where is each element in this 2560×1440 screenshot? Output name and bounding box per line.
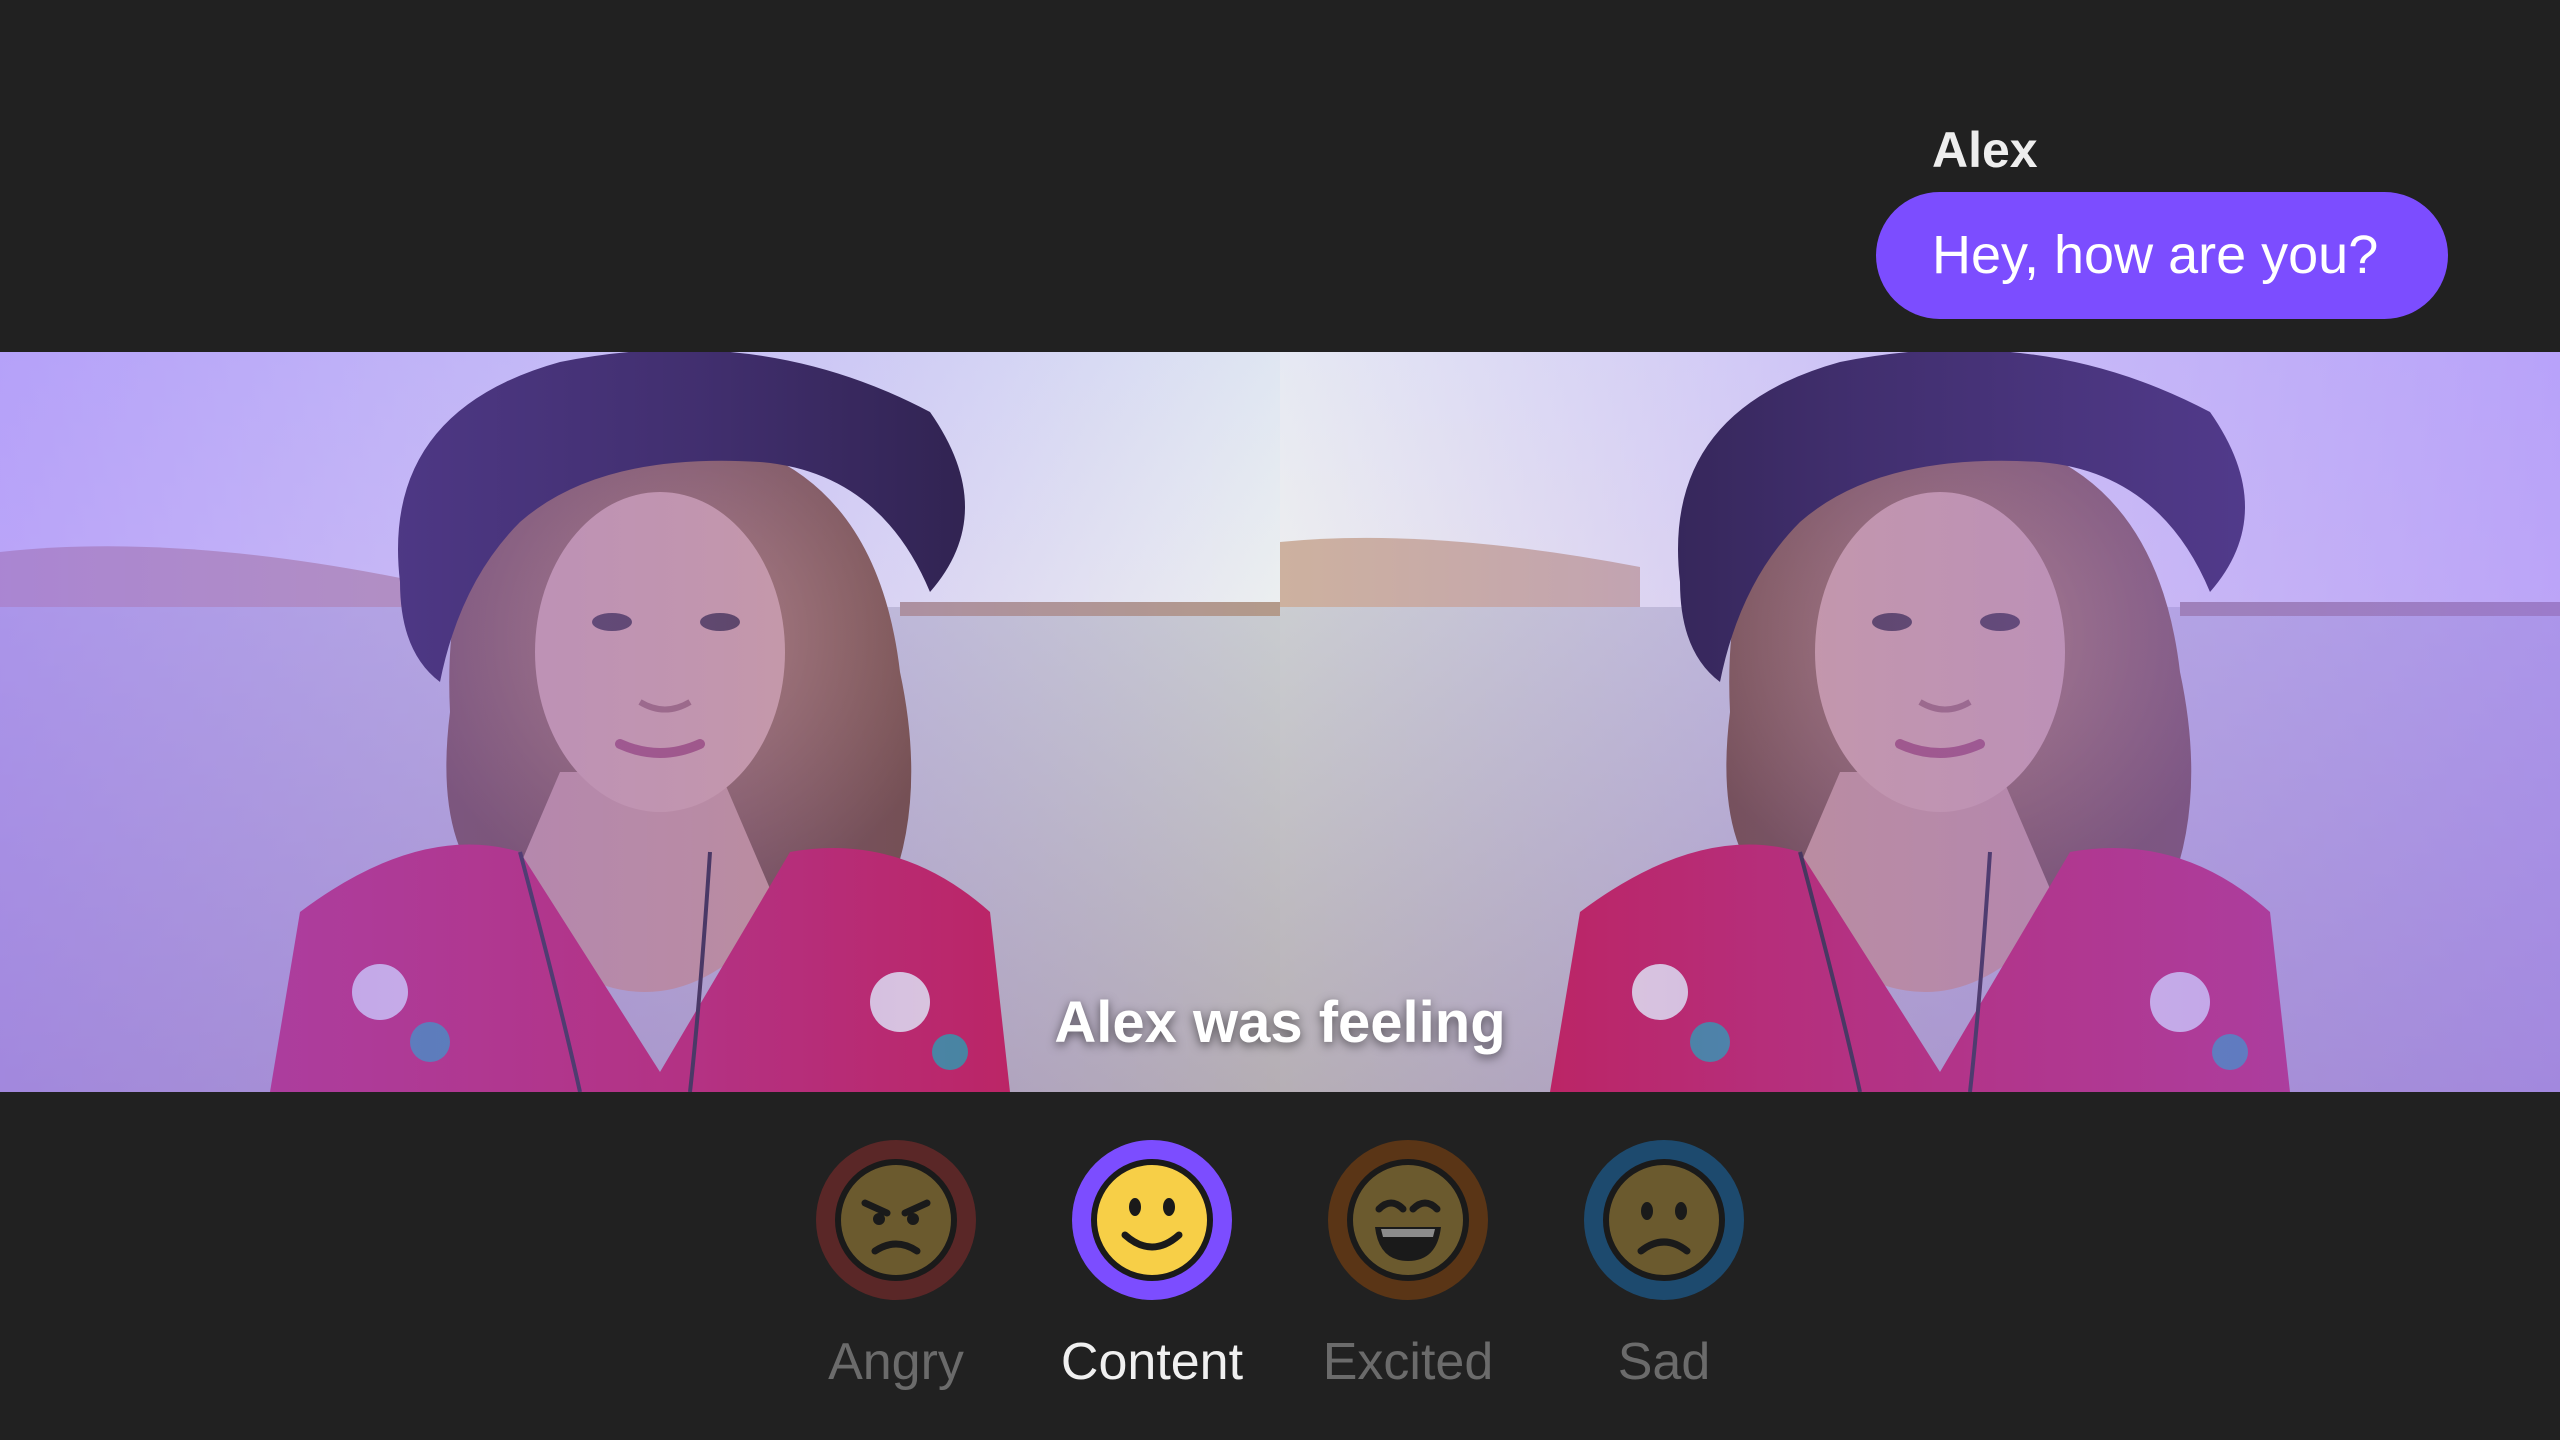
smiling-face-icon [1091, 1159, 1213, 1281]
portrait-photo-right [1280, 352, 2560, 1092]
mood-prompt-text: Alex was feeling [1054, 990, 1506, 1055]
mood-label-angry: Angry [828, 1333, 964, 1391]
sender-name: Alex [1932, 122, 2038, 178]
grinning-face-icon [1347, 1159, 1469, 1281]
portrait-photo-left [0, 352, 1280, 1092]
mood-label-excited: Excited [1322, 1333, 1494, 1391]
angry-face-icon [835, 1159, 957, 1281]
mood-ring-angry[interactable] [816, 1140, 976, 1300]
mood-label-content: Content [1060, 1333, 1244, 1391]
chat-message-bubble: Hey, how are you? [1876, 192, 2448, 319]
frowning-face-icon [1603, 1159, 1725, 1281]
mood-label-sad: Sad [1617, 1333, 1711, 1391]
mood-option-sad[interactable]: Sad [1544, 1140, 1784, 1410]
mood-option-angry[interactable]: Angry [776, 1140, 1016, 1410]
mood-ring-sad[interactable] [1584, 1140, 1744, 1300]
mood-ring-content[interactable] [1072, 1140, 1232, 1300]
mood-option-excited[interactable]: Excited [1288, 1140, 1528, 1410]
photo-band [0, 352, 2560, 1092]
mood-option-content[interactable]: Content [1032, 1140, 1272, 1410]
mood-quiz-screen: Alex Hey, how are you? Alex was feeling … [0, 0, 2560, 1440]
mood-ring-excited[interactable] [1328, 1140, 1488, 1300]
